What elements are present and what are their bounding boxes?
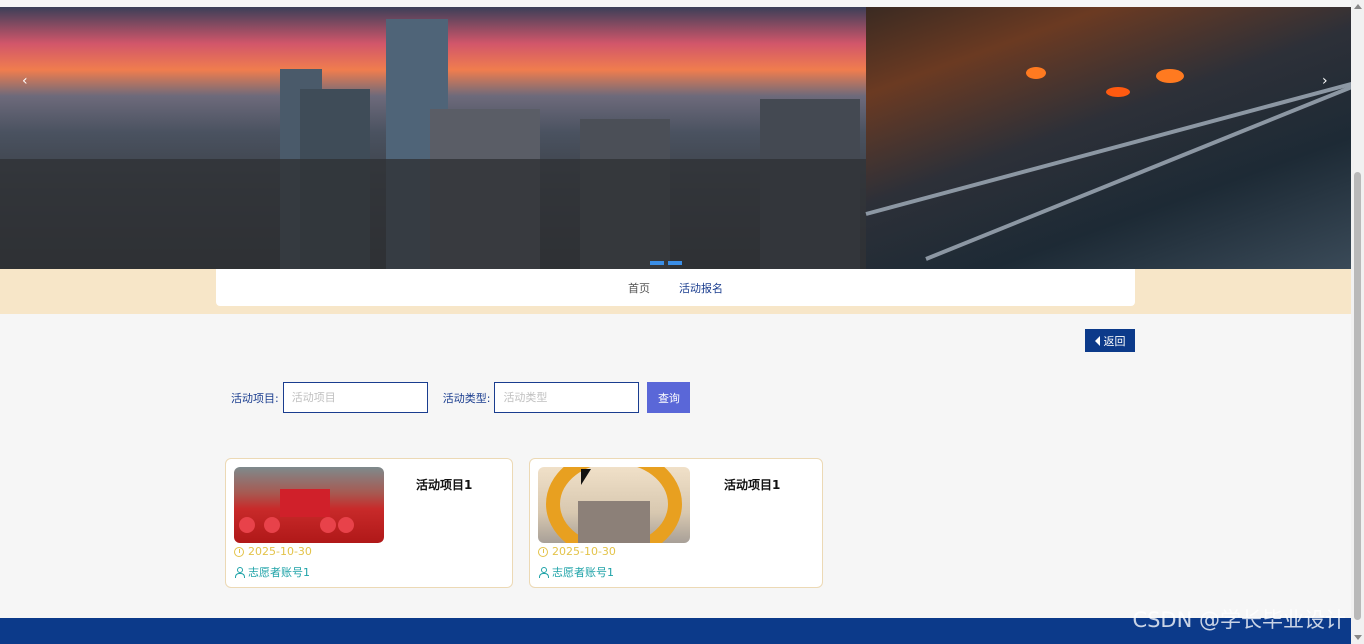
activity-image[interactable]	[234, 467, 384, 543]
scroll-up-icon[interactable]	[1354, 4, 1362, 9]
clock-icon	[538, 546, 548, 557]
activity-user-text: 志愿者账号1	[552, 566, 614, 579]
carousel-indicators[interactable]	[650, 261, 682, 265]
search-form: 活动项目: 活动类型: 查询	[231, 382, 691, 413]
activity-date: 2025-10-30	[234, 545, 312, 558]
banner-carousel[interactable]: ‹ ›	[0, 7, 1351, 269]
activity-user: 志愿者账号1	[538, 564, 614, 580]
activity-date-text: 2025-10-30	[552, 545, 616, 558]
nav-item-home[interactable]: 首页	[628, 280, 650, 296]
scrollbar[interactable]	[1351, 0, 1364, 644]
activity-title[interactable]: 活动项目1	[724, 476, 780, 493]
carousel-prev-icon[interactable]: ‹	[22, 73, 28, 89]
project-input[interactable]	[282, 382, 428, 413]
query-button[interactable]: 查询	[647, 382, 691, 413]
nav-strip: 首页 活动报名	[0, 269, 1351, 314]
activity-user: 志愿者账号1	[234, 564, 310, 580]
type-label: 活动类型:	[442, 391, 491, 405]
page: ‹ › 首页 活动报名 返回 活动项目: 活动类型: 查询	[0, 0, 1364, 644]
carousel-dot[interactable]	[668, 261, 682, 265]
project-label: 活动项目:	[231, 391, 279, 405]
user-icon	[234, 567, 245, 578]
activity-card[interactable]: 活动项目1 2025-10-30 志愿者账号1	[225, 458, 513, 588]
activity-card[interactable]: 活动项目1 2025-10-30 志愿者账号1	[529, 458, 823, 588]
nav-bar: 首页 活动报名	[216, 269, 1135, 306]
nav-item-activity-signup[interactable]: 活动报名	[679, 280, 723, 296]
scrollbar-thumb[interactable]	[1354, 172, 1361, 620]
caret-left-icon	[1094, 335, 1100, 346]
back-button[interactable]: 返回	[1085, 329, 1135, 352]
clock-icon	[234, 546, 244, 557]
activity-user-text: 志愿者账号1	[248, 566, 310, 579]
carousel-next-icon[interactable]: ›	[1322, 73, 1328, 89]
carousel-dot[interactable]	[650, 261, 664, 265]
scroll-down-icon[interactable]	[1354, 635, 1362, 640]
type-input[interactable]	[494, 382, 640, 413]
activity-date: 2025-10-30	[538, 545, 616, 558]
activity-date-text: 2025-10-30	[248, 545, 312, 558]
activity-image[interactable]	[538, 467, 690, 543]
banner-slide-railway	[865, 7, 1351, 269]
back-button-label: 返回	[1103, 334, 1126, 348]
watermark: CSDN @学长毕业设计	[1132, 608, 1346, 632]
mouse-cursor-icon	[581, 469, 591, 485]
user-icon	[538, 567, 549, 578]
banner-slide-city	[0, 7, 866, 269]
activity-title[interactable]: 活动项目1	[416, 476, 472, 493]
